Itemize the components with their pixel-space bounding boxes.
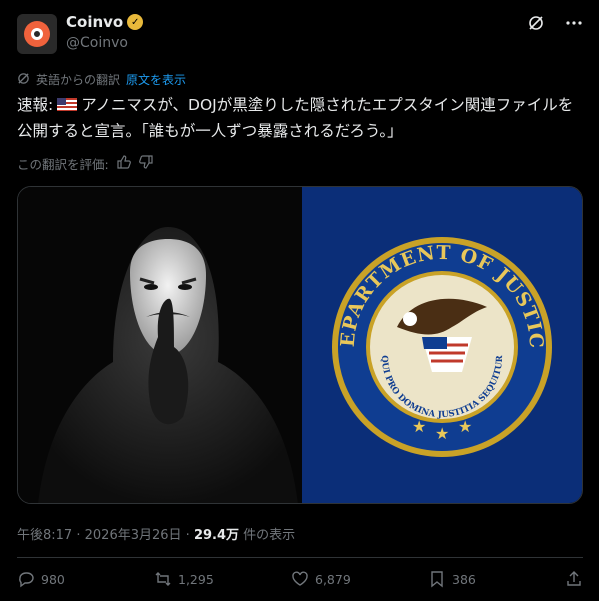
bookmark-button[interactable]: 386 [428, 570, 528, 588]
like-count: 6,879 [315, 571, 351, 587]
more-options-icon[interactable] [565, 14, 583, 32]
translate-icon [17, 72, 30, 88]
translation-label: 英語からの翻訳 [36, 73, 121, 87]
meta-separator: · [185, 528, 190, 543]
reply-count: 980 [41, 571, 65, 587]
repost-button[interactable]: 1,295 [154, 570, 254, 588]
repost-icon [155, 572, 171, 586]
verified-badge-icon: ✓ [127, 14, 144, 30]
divider [17, 557, 583, 558]
reply-icon [19, 572, 34, 588]
author-avatar[interactable] [17, 14, 57, 54]
share-icon [567, 571, 581, 586]
author-name[interactable]: Coinvo [66, 13, 123, 31]
tweet-prefix: 速報: [17, 96, 54, 114]
author-handle[interactable]: @Coinvo [66, 35, 128, 51]
view-label: 件の表示 [243, 528, 296, 543]
rate-translation: この翻訳を評価: [17, 154, 153, 173]
bookmark-icon [431, 571, 443, 588]
us-flag-icon [57, 98, 78, 111]
svg-text:★: ★ [435, 424, 449, 443]
thumbs-up-icon[interactable] [117, 155, 131, 172]
doj-seal-image[interactable]: DEPARTMENT OF JUSTICE QUI PRO DOMINA JUS… [293, 187, 582, 503]
author-name-row[interactable]: Coinvo ✓ [66, 13, 144, 31]
bookmark-count: 386 [452, 571, 476, 587]
tweet-media[interactable]: DEPARTMENT OF JUSTICE QUI PRO DOMINA JUS… [17, 186, 583, 504]
svg-text:★: ★ [412, 417, 426, 436]
tweet-text: 速報: アノニマスが、DOJが黒塗りした隠されたエプスタイン関連ファイルを公開する… [17, 92, 583, 144]
thumbs-down-icon[interactable] [138, 155, 153, 172]
heart-icon [292, 571, 308, 586]
view-count: 29.4万 [193, 528, 240, 543]
doj-seal-icon: DEPARTMENT OF JUSTICE QUI PRO DOMINA JUS… [293, 187, 552, 457]
share-button[interactable] [565, 570, 583, 588]
reply-button[interactable]: 980 [17, 570, 117, 588]
anonymous-image[interactable] [18, 187, 302, 503]
grok-icon[interactable] [527, 14, 545, 32]
meta-separator: · [76, 528, 81, 543]
tweet-date[interactable]: 2026年3月26日 [85, 528, 182, 543]
tweet-meta: 午後8:17 · 2026年3月26日 · 29.4万 件の表示 [17, 524, 295, 543]
tweet-body: アノニマスが、DOJが黒塗りした隠されたエプスタイン関連ファイルを公開すると宣言… [17, 96, 574, 140]
action-bar: 980 1,295 6,879 386 [17, 570, 583, 588]
show-original-link[interactable]: 原文を表示 [126, 71, 186, 88]
tweet-time[interactable]: 午後8:17 [17, 528, 72, 543]
translation-notice: 英語からの翻訳 原文を表示 [17, 71, 186, 88]
like-button[interactable]: 6,879 [291, 570, 391, 588]
repost-count: 1,295 [178, 571, 214, 587]
svg-text:★: ★ [458, 417, 472, 436]
anonymous-figure-icon [38, 227, 298, 503]
rate-label: この翻訳を評価: [17, 157, 109, 172]
coinvo-logo-icon [24, 21, 50, 47]
